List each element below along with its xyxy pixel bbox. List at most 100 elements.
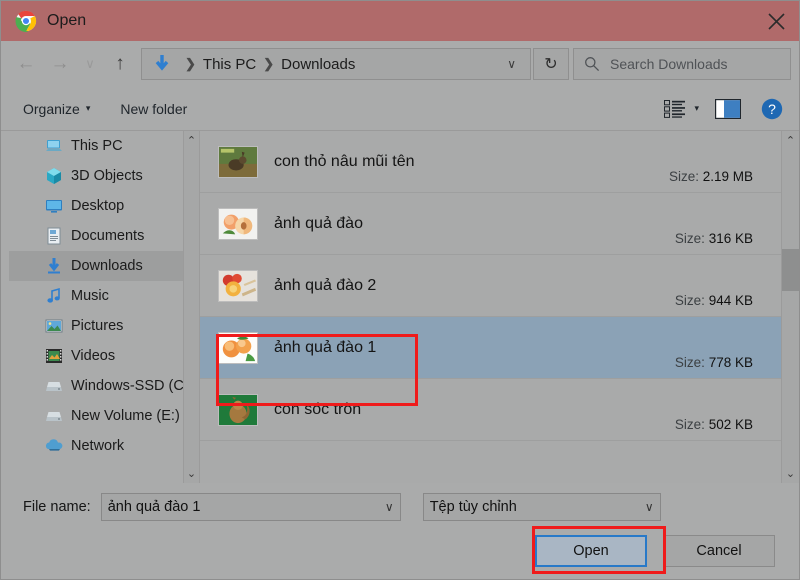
file-size: Size: 778 KB bbox=[675, 355, 753, 370]
file-name: con thỏ nâu mũi tên bbox=[274, 153, 415, 171]
new-folder-button[interactable]: New folder bbox=[114, 97, 193, 121]
sidebar-item-label: Desktop bbox=[71, 198, 124, 214]
file-list-scrollbar[interactable]: ⌃ ⌄ bbox=[781, 131, 799, 483]
sidebar-scrollbar[interactable]: ⌃ ⌄ bbox=[183, 131, 199, 483]
sidebar-item-videos[interactable]: Videos bbox=[9, 341, 199, 371]
documents-icon bbox=[45, 227, 63, 245]
sidebar-item-this-pc[interactable]: This PC bbox=[9, 131, 199, 161]
view-options-chevron-down-icon[interactable]: ▾ bbox=[694, 103, 699, 114]
recent-locations-button[interactable]: ∨ bbox=[77, 48, 103, 80]
sidebar-item-pictures[interactable]: Pictures bbox=[9, 311, 199, 341]
downloads-icon bbox=[45, 257, 63, 275]
breadcrumb-item-this-pc[interactable]: This PC bbox=[203, 56, 256, 73]
open-button[interactable]: Open bbox=[535, 535, 647, 567]
breadcrumb-dropdown-icon[interactable]: ∨ bbox=[499, 57, 524, 71]
file-size-prefix: Size: bbox=[675, 355, 705, 370]
file-size-value: 778 KB bbox=[709, 355, 753, 370]
sidebar-item-documents[interactable]: Documents bbox=[9, 221, 199, 251]
sidebar-item-list: This PC 3D Objects Desktop Documents Downloa… bbox=[9, 131, 199, 461]
sidebar-item-windows-ssd-c[interactable]: Windows-SSD (C:) bbox=[9, 371, 199, 401]
file-size-prefix: Size: bbox=[675, 231, 705, 246]
file-name: con sóc tròn bbox=[274, 401, 361, 419]
chevron-down-icon: ▾ bbox=[86, 103, 91, 114]
file-size-prefix: Size: bbox=[675, 417, 705, 432]
peach1-thumbnail bbox=[218, 332, 258, 364]
window-title: Open bbox=[47, 12, 86, 30]
file-name: ảnh quả đào bbox=[274, 215, 363, 233]
navigation-bar: ← → ∨ ↑ ❯ This PC ❯ Downloads ∨ ↻ Search… bbox=[1, 41, 799, 87]
filetype-select[interactable]: Tệp tùy chỉnh ∨ bbox=[423, 493, 661, 521]
close-button[interactable] bbox=[753, 1, 799, 41]
up-button[interactable]: ↑ bbox=[103, 48, 137, 80]
file-size: Size: 944 KB bbox=[675, 293, 753, 308]
chrome-icon bbox=[15, 10, 37, 32]
cancel-button[interactable]: Cancel bbox=[663, 535, 775, 567]
chevron-down-icon[interactable]: ∨ bbox=[385, 500, 394, 514]
network-icon bbox=[45, 437, 63, 455]
scroll-up-icon[interactable]: ⌃ bbox=[187, 131, 196, 150]
file-size-prefix: Size: bbox=[669, 169, 699, 184]
filename-value: ảnh quả đào 1 bbox=[108, 499, 201, 515]
sidebar-item-3d-objects[interactable]: 3D Objects bbox=[9, 161, 199, 191]
dialog-body: This PC 3D Objects Desktop Documents Downloa… bbox=[1, 131, 799, 483]
scroll-down-icon[interactable]: ⌄ bbox=[187, 464, 196, 483]
forward-button[interactable]: → bbox=[43, 48, 77, 80]
squirrel-thumbnail bbox=[218, 394, 258, 426]
sidebar-item-label: Documents bbox=[71, 228, 144, 244]
sidebar-item-label: This PC bbox=[71, 138, 123, 154]
file-row[interactable]: ảnh quả đào Size: 316 KB bbox=[200, 193, 781, 255]
drive-icon bbox=[45, 407, 63, 425]
sidebar-item-network[interactable]: Network bbox=[9, 431, 199, 461]
scroll-down-icon[interactable]: ⌄ bbox=[786, 464, 795, 483]
scroll-up-icon[interactable]: ⌃ bbox=[786, 131, 795, 150]
search-placeholder: Search Downloads bbox=[610, 56, 728, 72]
search-box[interactable]: Search Downloads bbox=[573, 48, 791, 80]
sidebar-item-downloads[interactable]: Downloads bbox=[9, 251, 199, 281]
file-name: ảnh quả đào 2 bbox=[274, 277, 376, 295]
music-icon bbox=[45, 287, 63, 305]
file-size: Size: 2.19 MB bbox=[669, 169, 753, 184]
toolbar: Organize ▾ New folder ▾ bbox=[1, 87, 799, 131]
sidebar-item-label: New Volume (E:) bbox=[71, 408, 180, 424]
sidebar-item-label: Videos bbox=[71, 348, 115, 364]
sidebar-item-label: Windows-SSD (C:) bbox=[71, 378, 193, 394]
breadcrumb-separator: ❯ bbox=[185, 56, 196, 72]
sidebar-item-music[interactable]: Music bbox=[9, 281, 199, 311]
file-row[interactable]: con thỏ nâu mũi tên Size: 2.19 MB bbox=[200, 131, 781, 193]
sidebar-item-new-volume-e[interactable]: New Volume (E:) bbox=[9, 401, 199, 431]
filename-input[interactable]: ảnh quả đào 1 ∨ bbox=[101, 493, 401, 521]
refresh-button[interactable]: ↻ bbox=[533, 48, 569, 80]
file-name: ảnh quả đào 1 bbox=[274, 339, 376, 357]
preview-pane-icon[interactable] bbox=[715, 99, 741, 119]
help-icon[interactable]: ? bbox=[761, 98, 783, 120]
3d-objects-icon bbox=[45, 167, 63, 185]
sidebar-item-label: 3D Objects bbox=[71, 168, 143, 184]
back-button[interactable]: ← bbox=[9, 48, 43, 80]
scrollbar-thumb[interactable] bbox=[782, 249, 799, 291]
chevron-down-icon[interactable]: ∨ bbox=[645, 500, 654, 514]
rabbit-thumbnail bbox=[218, 146, 258, 178]
file-list: con thỏ nâu mũi tên Size: 2.19 MB ảnh quả … bbox=[200, 131, 781, 483]
breadcrumb-item-downloads[interactable]: Downloads bbox=[281, 56, 355, 73]
search-icon bbox=[584, 56, 600, 72]
close-icon bbox=[768, 13, 785, 30]
file-size-value: 944 KB bbox=[709, 293, 753, 308]
organize-button[interactable]: Organize ▾ bbox=[17, 97, 96, 121]
filename-row: File name: ảnh quả đào 1 ∨ Tệp tùy chỉnh… bbox=[1, 483, 799, 521]
breadcrumb[interactable]: ❯ This PC ❯ Downloads ∨ bbox=[141, 48, 531, 80]
file-row[interactable]: ảnh quả đào 1 Size: 778 KB bbox=[200, 317, 781, 379]
sidebar-item-label: Music bbox=[71, 288, 109, 304]
new-folder-label: New folder bbox=[120, 101, 187, 117]
file-row[interactable]: ảnh quả đào 2 Size: 944 KB bbox=[200, 255, 781, 317]
file-row[interactable]: con sóc trònSize: 502 KB bbox=[200, 379, 781, 441]
drive-icon bbox=[45, 377, 63, 395]
breadcrumb-separator: ❯ bbox=[263, 56, 274, 72]
toolbar-right-group: ▾ ? bbox=[664, 98, 783, 120]
file-size: Size: 316 KB bbox=[675, 231, 753, 246]
open-file-dialog: Open ← → ∨ ↑ ❯ This PC ❯ Downloads ∨ ↻ bbox=[0, 0, 800, 580]
file-size-prefix: Size: bbox=[675, 293, 705, 308]
sidebar-item-desktop[interactable]: Desktop bbox=[9, 191, 199, 221]
file-size-value: 316 KB bbox=[709, 231, 753, 246]
peach-thumbnail bbox=[218, 208, 258, 240]
view-options-icon[interactable] bbox=[664, 100, 686, 118]
